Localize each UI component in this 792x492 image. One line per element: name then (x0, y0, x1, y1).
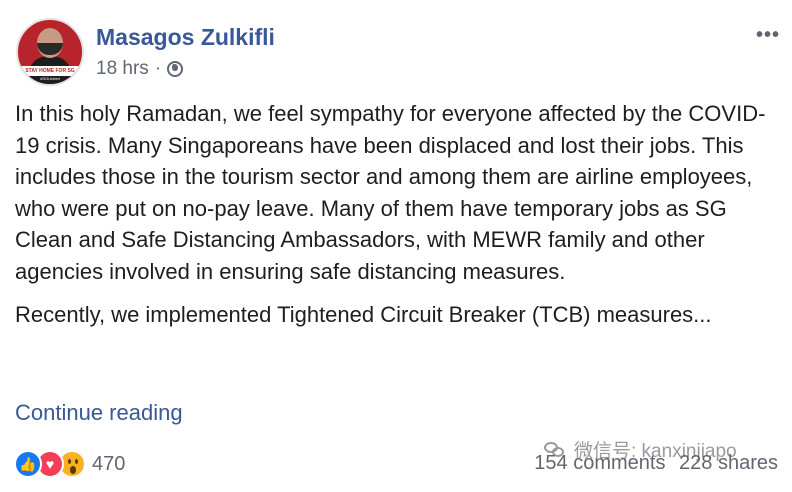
reactions-summary[interactable]: 👍 ♥ 470 (14, 450, 125, 478)
meta-separator: · (154, 58, 162, 79)
post-text: In this holy Ramadan, we feel sympathy f… (15, 98, 785, 343)
post-footer: 👍 ♥ 470 154 comments 228 shares (14, 450, 784, 480)
like-icon: 👍 (14, 450, 42, 478)
avatar[interactable]: STAY HOME FOR SG #SGUnited (16, 18, 84, 86)
shares-count[interactable]: 228 shares (679, 452, 778, 474)
globe-icon[interactable] (167, 61, 184, 77)
author-name[interactable]: Masagos Zulkifli (96, 24, 275, 51)
continue-reading-link[interactable]: Continue reading (15, 400, 183, 426)
avatar-tag: #SGUnited (40, 76, 60, 81)
post-meta: 18 hrs · (96, 58, 184, 80)
post-paragraph: Recently, we implemented Tightened Circu… (15, 302, 712, 327)
more-options-icon[interactable]: ••• (756, 24, 780, 47)
comments-count[interactable]: 154 comments (534, 452, 665, 474)
reaction-count: 470 (92, 452, 126, 475)
post-paragraph: In this holy Ramadan, we feel sympathy f… (15, 101, 766, 284)
post-header: STAY HOME FOR SG #SGUnited Masagos Zulki… (14, 14, 780, 90)
post-time[interactable]: 18 hrs (96, 58, 149, 80)
avatar-banner: STAY HOME FOR SG (18, 66, 82, 76)
post-stats: 154 comments 228 shares (526, 452, 778, 475)
